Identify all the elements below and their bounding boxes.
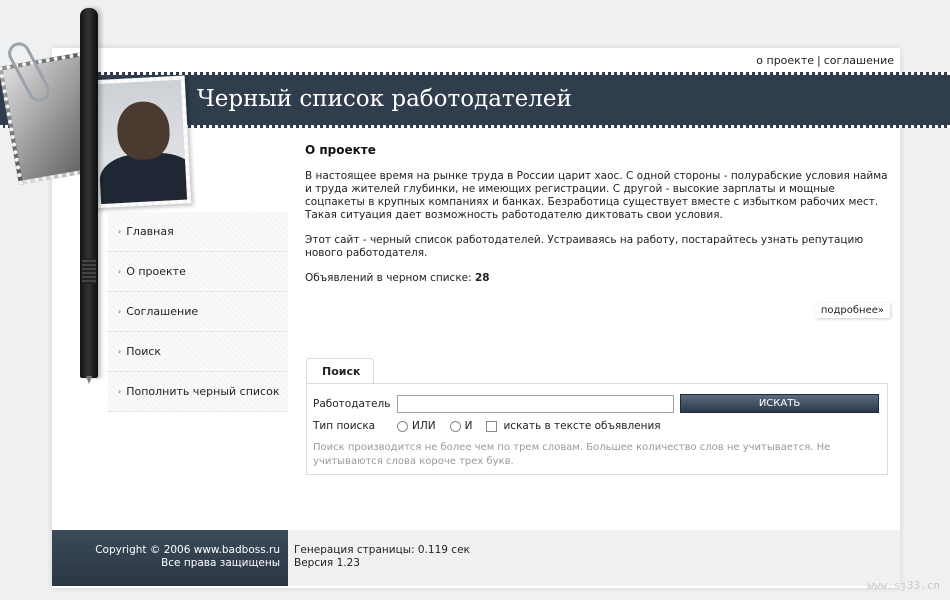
footer-copyright-block: Copyright © 2006 www.badboss.ru Все прав… <box>52 530 288 586</box>
sidebar-item-add-to-blacklist[interactable]: › Пополнить черный список <box>108 372 288 412</box>
search-in-text-checkbox[interactable] <box>486 420 498 432</box>
sidebar-item-label: Соглашение <box>126 305 199 318</box>
sidebar-item-label: Поиск <box>126 345 162 358</box>
intro-paragraph: В настоящее время на рынке труда в Росси… <box>305 170 888 221</box>
top-links: о проекте | соглашение <box>756 54 894 67</box>
site-description-paragraph: Этот сайт - черный список работодателей.… <box>305 234 864 259</box>
sidebar-item-search[interactable]: › Поиск <box>108 332 288 372</box>
sidebar-item-label: О проекте <box>126 265 186 278</box>
version-text: Версия 1.23 <box>294 557 360 569</box>
generation-time: Генерация страницы: 0.119 сек <box>294 544 470 556</box>
blacklist-count-value: 28 <box>475 272 490 284</box>
bullet-icon: › <box>118 347 122 356</box>
sidebar-item-home[interactable]: › Главная <box>108 212 288 252</box>
sidebar-item-agreement[interactable]: › Соглашение <box>108 292 288 332</box>
option-or-label: ИЛИ <box>412 420 436 432</box>
option-or: ИЛИ <box>397 420 436 432</box>
option-and: И <box>449 420 473 432</box>
pen-decoration <box>80 8 98 378</box>
agreement-link[interactable]: соглашение <box>824 54 894 67</box>
option-and-label: И <box>464 420 473 432</box>
sidebar-nav: › Главная › О проекте › Соглашение › Пои… <box>108 212 288 412</box>
photo-stamp <box>84 75 192 209</box>
bullet-icon: › <box>118 227 122 236</box>
search-type-label: Тип поиска <box>313 420 376 432</box>
employer-label: Работодатель <box>313 397 391 410</box>
employer-row: Работодатель ИСКАТЬ <box>313 394 879 413</box>
about-link[interactable]: о проекте <box>756 54 814 67</box>
main-content: О проекте В настоящее время на рынке тру… <box>305 143 890 318</box>
pen-grip <box>82 258 96 284</box>
blacklist-count-label: Объявлений в черном списке: <box>305 272 475 284</box>
search-hint: Поиск производится не более чем по трем … <box>313 442 831 467</box>
blacklist-count: Объявлений в черном списке: 28 <box>305 272 890 284</box>
bullet-icon: › <box>118 267 122 276</box>
sidebar-item-label: Пополнить черный список <box>126 385 280 398</box>
search-panel: Работодатель ИСКАТЬ Тип поиска ИЛИ И иск… <box>306 383 888 475</box>
rights-text: Все права защищены <box>161 557 280 569</box>
search-in-text-label: искать в тексте объявления <box>503 420 661 432</box>
more-link[interactable]: подробнее» <box>814 303 890 318</box>
link-separator: | <box>817 54 821 67</box>
sidebar-item-about[interactable]: › О проекте <box>108 252 288 292</box>
watermark: www.sj33.cn <box>867 579 940 592</box>
bullet-icon: › <box>118 307 122 316</box>
sidebar-item-label: Главная <box>126 225 174 238</box>
search-type-row: Тип поиска ИЛИ И искать в тексте объявле… <box>313 420 675 432</box>
employer-input[interactable] <box>397 394 674 413</box>
option-search-in-text: искать в тексте объявления <box>486 420 661 432</box>
tab-search[interactable]: Поиск <box>306 358 374 384</box>
copyright-text: Copyright © 2006 www.badboss.ru <box>95 544 280 556</box>
search-button[interactable]: ИСКАТЬ <box>680 394 879 413</box>
bullet-icon: › <box>118 387 122 396</box>
radio-or[interactable] <box>397 420 408 432</box>
footer-info-block: Генерация страницы: 0.119 сек Версия 1.2… <box>288 530 900 586</box>
site-title: Черный список работодателей <box>197 86 572 112</box>
page-heading: О проекте <box>305 143 376 157</box>
radio-and[interactable] <box>449 420 461 432</box>
